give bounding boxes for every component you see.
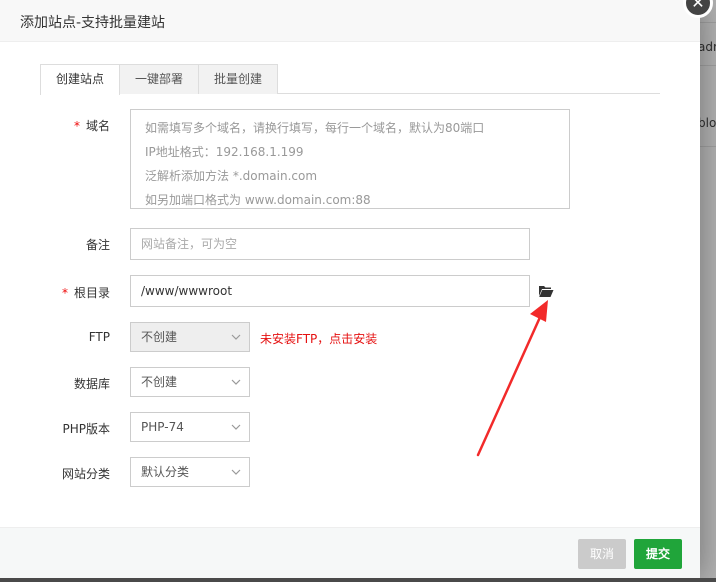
database-label: 数据库 [73,377,110,391]
site-category-select-value: 默认分类 [141,465,190,479]
ftp-install-link[interactable]: 未安装FTP，点击安装 [260,330,377,347]
dialog-title: 添加站点-支持批量建站 [20,15,166,31]
site-category-label: 网站分类 [61,467,110,481]
tab-create-site[interactable]: 创建站点 [40,64,120,95]
root-dir-label: * 根目录 [61,286,110,300]
database-select[interactable]: 不创建 [130,367,250,397]
submit-button[interactable]: 提交 [634,539,682,569]
root-dir-input[interactable]: /www/wwwroot [130,275,530,307]
chevron-down-icon [231,379,241,385]
remark-label: 备注 [85,238,110,252]
chevron-down-icon [231,334,241,340]
remark-input[interactable]: 网站备注，可为空 [130,228,530,260]
cancel-button[interactable]: 取消 [578,539,626,569]
dialog-header: 添加站点-支持批量建站 [0,0,700,42]
site-category-select[interactable]: 默认分类 [130,457,250,487]
add-site-dialog: 添加站点-支持批量建站 创建站点 一键部署 批量创建 * 域名 如需填写多个域名，… [0,0,700,578]
tab-one-click-deploy[interactable]: 一键部署 [119,64,199,94]
dialog-footer: 取消 提交 [0,527,700,578]
domain-placeholder-line: 如另加端口格式为 www.domain.com:88 [145,193,371,207]
chevron-down-icon [231,424,241,430]
php-version-select-value: PHP-74 [141,420,184,434]
php-version-select[interactable]: PHP-74 [130,412,250,442]
domain-placeholder-line: IP地址格式：192.168.1.199 [145,145,304,159]
required-mark: * [73,119,80,133]
required-mark: * [61,286,68,300]
domain-placeholder-line: 泛解析添加方法 *.domain.com [145,169,318,183]
modal-backdrop [700,0,716,582]
domain-label: * 域名 [73,119,110,133]
root-dir-value: /www/wwwroot [141,284,233,298]
ftp-label: FTP [88,330,110,344]
tab-bar: 创建站点 一键部署 批量创建 [40,64,660,95]
ftp-select-value: 不创建 [141,330,178,344]
bottom-backdrop-strip [0,578,716,582]
database-select-value: 不创建 [141,375,178,389]
tab-batch-create[interactable]: 批量创建 [198,64,278,94]
domain-textarea[interactable]: 如需填写多个域名，请换行填写，每行一个域名，默认为80端口 IP地址格式：192… [130,109,570,209]
domain-placeholder-line: 如需填写多个域名，请换行填写，每行一个域名，默认为80端口 [145,121,485,135]
php-version-label: PHP版本 [62,422,111,436]
folder-open-icon[interactable] [538,284,554,298]
ftp-select[interactable]: 不创建 [130,322,250,352]
remark-placeholder: 网站备注，可为空 [141,237,238,251]
chevron-down-icon [231,469,241,475]
